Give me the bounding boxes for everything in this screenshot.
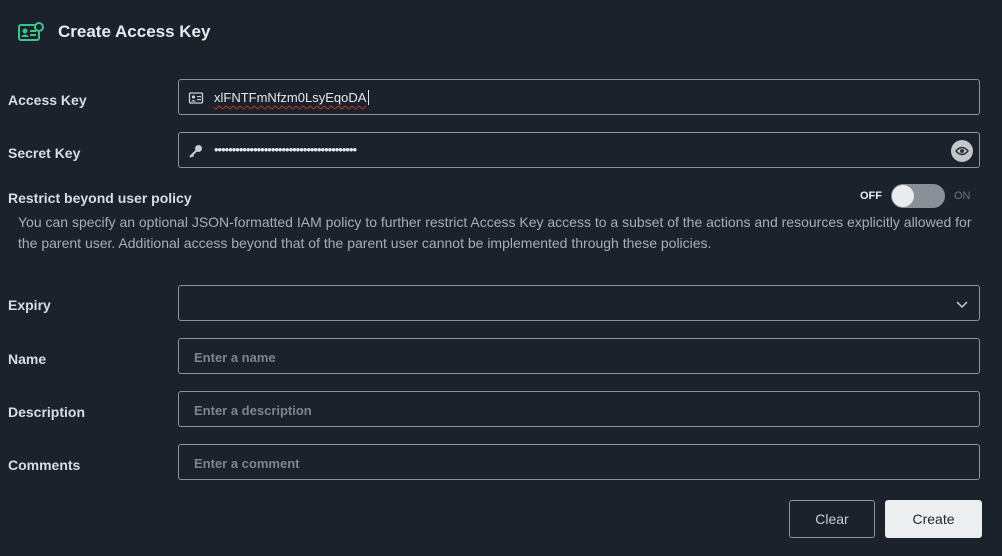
secret-key-value: •••••••••••••••••••••••••••••••••••••••• (214, 142, 357, 157)
access-key-icon (18, 22, 44, 42)
access-key-label: Access Key (8, 92, 87, 108)
name-label: Name (8, 351, 47, 367)
chevron-down-icon (955, 297, 969, 316)
id-card-icon (188, 90, 204, 106)
expiry-label: Expiry (8, 297, 51, 313)
page-title: Create Access Key (58, 22, 211, 41)
secret-key-input[interactable]: •••••••••••••••••••••••••••••••••••••••• (178, 132, 980, 168)
restrict-policy-description: You can specify an optional JSON-formatt… (18, 214, 972, 251)
toggle-on-label: ON (954, 190, 971, 202)
secret-key-label: Secret Key (8, 145, 81, 161)
text-caret (368, 90, 369, 105)
access-key-input[interactable]: xlFNTFmNfzm0LsyEqoDA (178, 79, 980, 115)
create-button[interactable]: Create (885, 500, 982, 538)
name-input[interactable]: Enter a name (178, 338, 980, 374)
comments-label: Comments (8, 457, 81, 473)
name-placeholder: Enter a name (194, 350, 276, 365)
access-key-value: xlFNTFmNfzm0LsyEqoDA (214, 90, 367, 105)
clear-button[interactable]: Clear (789, 500, 875, 538)
create-access-key-panel: Create Access Key Access Key xlFNTFmNfzm… (0, 0, 1002, 556)
restrict-policy-toggle[interactable]: OFF ON (860, 184, 971, 208)
restrict-policy-label: Restrict beyond user policy (8, 190, 192, 206)
description-label: Description (8, 404, 86, 420)
expiry-select[interactable] (178, 285, 980, 321)
toggle-off-label: OFF (860, 190, 882, 202)
description-input[interactable]: Enter a description (178, 391, 980, 427)
header: Create Access Key (18, 22, 210, 42)
eye-icon[interactable] (951, 140, 973, 162)
key-icon (188, 143, 204, 159)
toggle-knob (892, 185, 914, 207)
toggle-switch[interactable] (891, 184, 945, 208)
comments-placeholder: Enter a comment (194, 456, 300, 471)
comments-input[interactable]: Enter a comment (178, 444, 980, 480)
description-placeholder: Enter a description (194, 403, 312, 418)
